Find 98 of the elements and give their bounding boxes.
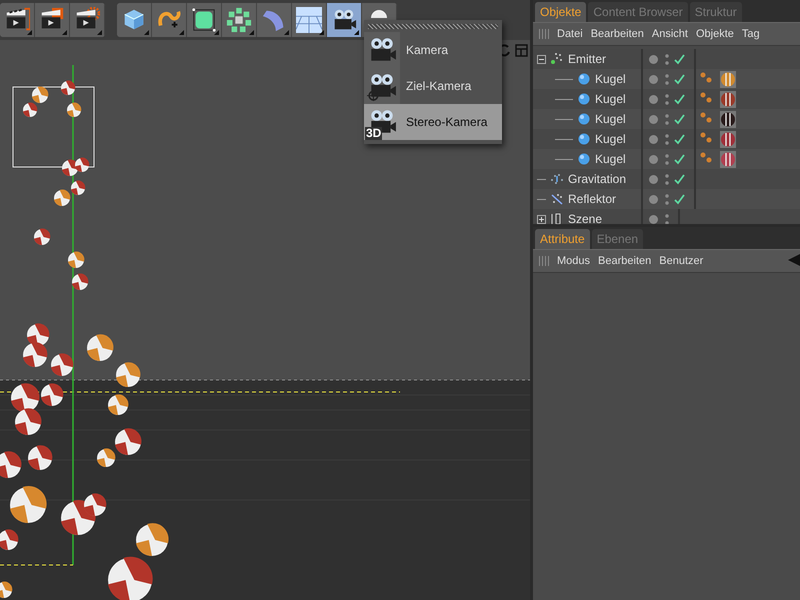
- checkmark-icon[interactable]: [674, 174, 685, 184]
- texture-tag-icon[interactable]: [700, 130, 736, 148]
- checkmark-icon[interactable]: [674, 114, 685, 124]
- curve-tool-button[interactable]: [152, 3, 187, 37]
- visibility-dot[interactable]: [649, 154, 658, 164]
- rounded-cube-icon: [191, 7, 217, 33]
- striped-ball: [11, 383, 40, 412]
- striped-ball: [72, 274, 88, 290]
- expand-icon[interactable]: [537, 214, 546, 224]
- curved-shape-tool-button[interactable]: [257, 3, 292, 37]
- checkmark-icon[interactable]: [674, 94, 685, 104]
- camera-tool-button[interactable]: [327, 3, 362, 37]
- gravity-icon: [550, 172, 564, 186]
- striped-ball: [136, 523, 169, 556]
- checkmark-icon[interactable]: [674, 194, 685, 204]
- object-name[interactable]: Kugel: [595, 92, 626, 106]
- sphere-icon: [577, 132, 591, 146]
- striped-ball: [71, 180, 86, 195]
- sphere-icon: [577, 92, 591, 106]
- sphere-icon: [577, 72, 591, 86]
- striped-ball: [61, 80, 76, 95]
- menu-item[interactable]: Tag: [738, 28, 764, 40]
- panel-tab[interactable]: Objekte: [535, 2, 586, 22]
- editor-render-dots[interactable]: [665, 154, 669, 164]
- object-name[interactable]: Gravitation: [568, 172, 626, 186]
- cube-tool-button[interactable]: [117, 3, 152, 37]
- camera-menu-item[interactable]: 3D Stereo-Kamera: [364, 104, 502, 140]
- grid-floor-tool-button[interactable]: [292, 3, 327, 37]
- visibility-dot[interactable]: [649, 114, 658, 124]
- menu-item[interactable]: Objekte: [692, 28, 738, 40]
- striped-ball: [108, 394, 128, 415]
- striped-ball: [68, 252, 84, 268]
- editor-render-dots[interactable]: [665, 194, 669, 204]
- clapperboard-tool-button[interactable]: [35, 3, 70, 37]
- striped-ball: [34, 228, 50, 245]
- visibility-dot[interactable]: [649, 194, 658, 204]
- editor-render-dots[interactable]: [665, 54, 669, 64]
- menu-item[interactable]: Modus: [553, 255, 594, 267]
- striped-ball: [54, 190, 70, 206]
- striped-ball: [28, 445, 52, 470]
- camera-menu-item[interactable]: Ziel-Kamera: [364, 68, 502, 104]
- texture-tag-icon[interactable]: [700, 90, 736, 108]
- grid-floor-icon: [296, 7, 322, 33]
- menu-item[interactable]: Bearbeiten: [594, 255, 656, 267]
- checkmark-icon[interactable]: [674, 154, 685, 164]
- visibility-dot[interactable]: [649, 174, 658, 184]
- reflector-icon: [550, 192, 564, 206]
- striped-ball: [75, 158, 90, 172]
- striped-ball: [15, 408, 42, 435]
- cube-cluster-icon: [226, 7, 252, 33]
- striped-ball: [32, 86, 48, 103]
- striped-ball: [67, 102, 82, 117]
- checkmark-icon[interactable]: [674, 134, 685, 144]
- visibility-dot[interactable]: [649, 134, 658, 144]
- stereo-label: 3D: [365, 127, 382, 140]
- striped-ball: [23, 342, 48, 367]
- sphere-icon: [577, 112, 591, 126]
- emitter-icon: [550, 52, 564, 66]
- texture-tag-icon[interactable]: [700, 70, 736, 88]
- camera-menu-item[interactable]: Kamera: [364, 32, 502, 68]
- editor-render-dots[interactable]: [665, 94, 669, 104]
- menu-item[interactable]: Ansicht: [648, 28, 692, 40]
- object-name[interactable]: Kugel: [595, 132, 626, 146]
- editor-render-dots[interactable]: [665, 134, 669, 144]
- cube-cluster-tool-button[interactable]: [222, 3, 257, 37]
- editor-render-dots[interactable]: [665, 174, 669, 184]
- object-name[interactable]: Szene: [568, 212, 602, 224]
- striped-ball: [87, 334, 114, 361]
- menu-item[interactable]: Datei: [553, 28, 587, 40]
- editor-render-dots[interactable]: [665, 114, 669, 124]
- rounded-cube-tool-button[interactable]: [187, 3, 222, 37]
- texture-tag-icon[interactable]: [700, 110, 736, 128]
- striped-ball: [27, 323, 50, 346]
- editor-render-dots[interactable]: [665, 74, 669, 84]
- clapperboard-icon: [4, 7, 30, 33]
- camera-icon: [367, 71, 397, 101]
- striped-ball: [116, 362, 140, 387]
- menu-item[interactable]: Benutzer: [655, 255, 708, 267]
- clapperboard-tool-button[interactable]: [0, 3, 35, 37]
- visibility-dot[interactable]: [649, 54, 658, 64]
- panel-tab[interactable]: Attribute: [535, 229, 590, 249]
- striped-ball: [51, 353, 74, 376]
- back-arrow-icon[interactable]: [788, 254, 800, 266]
- checkmark-icon[interactable]: [674, 74, 685, 84]
- clapperboard-tool-button[interactable]: [70, 3, 105, 37]
- texture-tag-icon[interactable]: [700, 150, 736, 168]
- visibility-dot[interactable]: [649, 74, 658, 84]
- collapse-icon[interactable]: [537, 54, 546, 64]
- striped-ball: [10, 486, 47, 523]
- striped-ball: [23, 102, 38, 117]
- striped-ball: [41, 383, 64, 406]
- editor-render-dots[interactable]: [665, 214, 669, 224]
- checkmark-icon[interactable]: [674, 54, 685, 64]
- object-name[interactable]: Emitter: [568, 52, 606, 66]
- visibility-dot[interactable]: [649, 214, 658, 224]
- sphere-icon: [577, 152, 591, 166]
- menu-item[interactable]: Bearbeiten: [586, 28, 648, 40]
- visibility-dot[interactable]: [649, 94, 658, 104]
